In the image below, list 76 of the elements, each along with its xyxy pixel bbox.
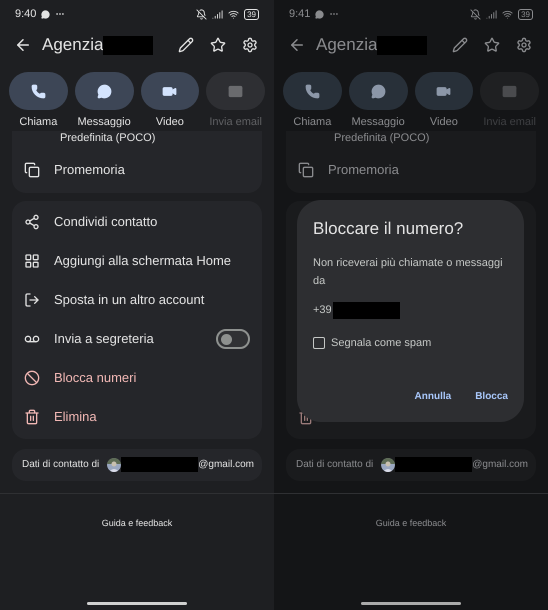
- dialog-button[interactable]: Blocca: [475, 389, 508, 404]
- action-button[interactable]: [414, 72, 474, 110]
- pencil-icon: [178, 37, 194, 53]
- block-icon: [24, 370, 40, 386]
- action-button[interactable]: [74, 72, 134, 110]
- star-icon: [210, 37, 226, 53]
- copy-icon: [298, 162, 314, 178]
- menu-label: Elimina: [54, 408, 98, 426]
- wifi-icon: [502, 8, 514, 20]
- help-link[interactable]: Guida e feedback: [102, 516, 172, 530]
- battery-icon: 39: [518, 8, 533, 20]
- dialog-button[interactable]: Annulla: [414, 389, 452, 404]
- chat-bubble-icon: [96, 84, 112, 98]
- action-label: Messaggio: [352, 115, 405, 130]
- menu-label: Invia a segreteria: [54, 330, 155, 348]
- copy-icon: [24, 162, 40, 178]
- phone-icon: [304, 84, 320, 98]
- action-label: Chiama: [293, 115, 332, 130]
- toggle-switch[interactable]: [216, 329, 250, 349]
- contact-name: Agenzia: [316, 34, 378, 56]
- bell-off-icon: [196, 8, 208, 20]
- action-button[interactable]: [283, 72, 342, 110]
- gear-icon: [242, 37, 258, 53]
- action-label: Messaggio: [78, 115, 131, 130]
- chat-bubble-icon: [41, 10, 50, 18]
- email-text: @gmail.com: [198, 458, 254, 472]
- redacted-block: [332, 302, 400, 318]
- menu-label: Predefinita (POCO): [334, 132, 430, 144]
- redacted-block: [103, 36, 154, 54]
- dialog-title: Bloccare il numero?: [313, 218, 464, 240]
- spam-checkbox[interactable]: Segnala come spam: [313, 334, 508, 351]
- help-link[interactable]: Guida e feedback: [376, 516, 446, 530]
- action-button[interactable]: [9, 72, 68, 110]
- contact-info-label: Dati di contatto di: [296, 458, 374, 472]
- phone-number: +39: [313, 302, 332, 318]
- menu-label: Sposta in un altro account: [54, 291, 206, 310]
- menu-item[interactable]: Promemoria: [12, 146, 262, 192]
- action-label: Video: [430, 115, 458, 130]
- menu-label: Promemoria: [328, 160, 399, 179]
- pencil-icon: [452, 37, 468, 53]
- battery-icon: 39: [244, 8, 259, 20]
- star-icon: [484, 37, 500, 53]
- menu-item[interactable]: Promemoria: [286, 146, 536, 192]
- menu-label: Promemoria: [54, 160, 125, 179]
- menu-item[interactable]: Condividi contatto: [12, 202, 262, 242]
- signal-icon: [486, 8, 498, 20]
- trash-icon: [24, 409, 40, 425]
- menu-label: Aggiungi alla schermata Home: [54, 252, 232, 270]
- menu-label: Blocca numeri: [54, 369, 138, 388]
- contact-info-label: Dati di contatto di: [22, 458, 100, 472]
- action-label: Invia email: [209, 115, 262, 130]
- chat-bubble-icon: [315, 10, 324, 18]
- signal-icon: [212, 8, 224, 20]
- status-time: 9:40: [15, 6, 36, 22]
- wifi-icon: [228, 8, 240, 20]
- menu-item[interactable]: Elimina: [12, 398, 262, 436]
- action-label: Chiama: [19, 115, 58, 130]
- status-time: 9:41: [289, 6, 310, 22]
- menu-label: Predefinita (POCO): [60, 132, 156, 144]
- share-icon: [24, 214, 40, 230]
- action-button[interactable]: [140, 72, 200, 110]
- phone-icon: [30, 84, 46, 98]
- menu-item[interactable]: Sposta in un altro account: [12, 280, 262, 320]
- email-text: @gmail.com: [472, 458, 528, 472]
- chat-bubble-icon: [370, 84, 386, 98]
- grid-icon: [24, 253, 40, 269]
- action-label: Video: [156, 115, 184, 130]
- gear-icon: [516, 37, 532, 53]
- bell-off-icon: [470, 8, 482, 20]
- contact-name: Agenzia: [42, 34, 104, 56]
- menu-label: Condividi contatto: [54, 213, 158, 232]
- menu-item[interactable]: Aggiungi alla schermata Home: [12, 242, 262, 280]
- dialog-message: Non riceverai più chiamate o messaggi da: [313, 256, 504, 288]
- menu-item[interactable]: Blocca numeri: [12, 358, 262, 398]
- menu-item[interactable]: Invia a segreteria: [12, 320, 262, 358]
- action-button[interactable]: [348, 72, 408, 110]
